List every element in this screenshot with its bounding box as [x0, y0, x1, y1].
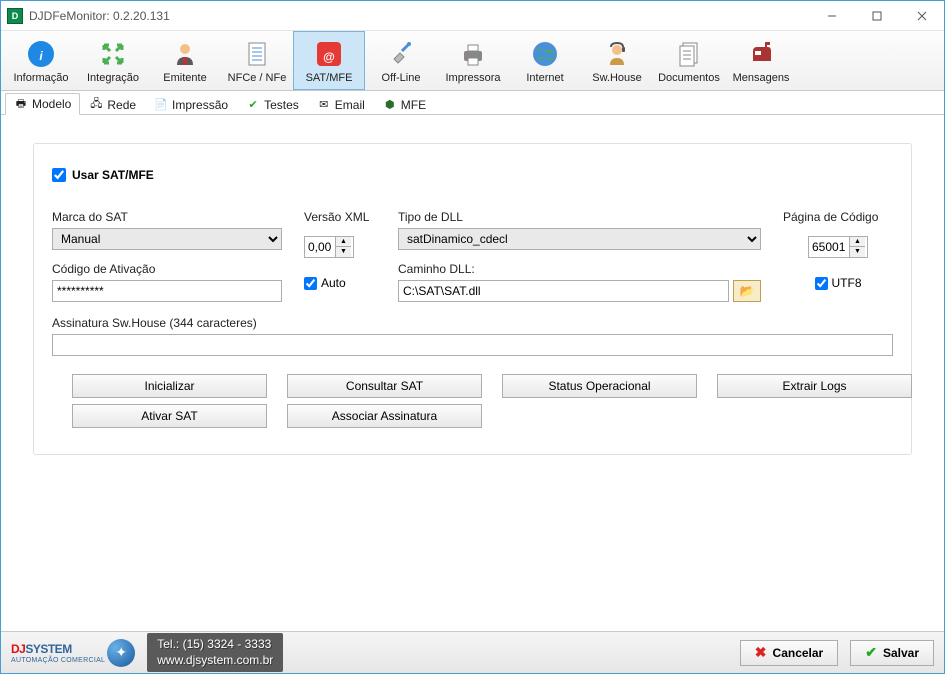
network-icon: 🖧 [89, 98, 103, 112]
utf8-label: UTF8 [832, 276, 862, 290]
pagina-label: Página de Código [783, 210, 893, 224]
person-icon [169, 38, 201, 70]
sat-panel: Usar SAT/MFE Marca do SAT Manual Código … [33, 143, 912, 455]
versao-input[interactable] [305, 237, 335, 257]
inicializar-button[interactable]: Inicializar [72, 374, 267, 398]
cancel-icon: ✖ [755, 644, 767, 661]
toolbar-satmfe[interactable]: @SAT/MFE [293, 31, 365, 90]
device-icon: 🖶 [14, 97, 28, 111]
footer: DJSYSTEM AUTOMAÇÃO COMERCIAL ✦ Tel.: (15… [1, 631, 944, 673]
subtab-rede[interactable]: 🖧Rede [80, 93, 145, 115]
content-area: Usar SAT/MFE Marca do SAT Manual Código … [1, 115, 944, 631]
assinatura-input[interactable] [52, 334, 893, 356]
save-icon: ✔ [865, 644, 877, 661]
extrair-button[interactable]: Extrair Logs [717, 374, 912, 398]
plug-icon [385, 38, 417, 70]
versao-label: Versão XML [304, 210, 376, 224]
close-button[interactable] [899, 1, 944, 30]
subtab-mfe[interactable]: ⬢MFE [374, 93, 435, 115]
tipo-dll-label: Tipo de DLL [398, 210, 761, 224]
globe-icon [529, 38, 561, 70]
utf8-checkbox[interactable] [815, 277, 828, 290]
tipo-dll-select[interactable]: satDinamico_cdecl [398, 228, 761, 250]
document-icon [241, 38, 273, 70]
toolbar-impressora[interactable]: Impressora [437, 31, 509, 90]
app-icon: D [7, 8, 23, 24]
spin-up[interactable]: ▲ [850, 237, 865, 247]
main-toolbar: iInformação Integração Emitente NFCe / N… [1, 31, 944, 91]
toolbar-internet[interactable]: Internet [509, 31, 581, 90]
printer-icon [457, 38, 489, 70]
associar-button[interactable]: Associar Assinatura [287, 404, 482, 428]
codigo-input[interactable] [52, 280, 282, 302]
contact-info: Tel.: (15) 3324 - 3333 www.djsystem.com.… [147, 633, 283, 672]
auto-checkbox[interactable] [304, 277, 317, 290]
subtab-email[interactable]: ✉Email [308, 93, 374, 115]
folder-icon: 📂 [740, 284, 755, 298]
auto-label: Auto [321, 276, 346, 290]
brand-logo: DJSYSTEM AUTOMAÇÃO COMERCIAL ✦ [11, 639, 135, 667]
toolbar-swhouse[interactable]: Sw.House [581, 31, 653, 90]
maximize-button[interactable] [854, 1, 899, 30]
titlebar: D DJDFeMonitor: 0.2.20.131 [1, 1, 944, 31]
print-icon: 📄 [154, 98, 168, 112]
spin-up[interactable]: ▲ [336, 237, 351, 247]
sub-tabs: 🖶Modelo 🖧Rede 📄Impressão ✔Testes ✉Email … [1, 91, 944, 115]
usar-sat-row: Usar SAT/MFE [52, 168, 893, 182]
toolbar-mensagens[interactable]: Mensagens [725, 31, 797, 90]
toolbar-informacao[interactable]: iInformação [5, 31, 77, 90]
codigo-label: Código de Ativação [52, 262, 282, 276]
integration-icon [97, 38, 129, 70]
subtab-modelo[interactable]: 🖶Modelo [5, 93, 80, 115]
info-icon: i [25, 38, 57, 70]
usar-sat-checkbox[interactable] [52, 168, 66, 182]
mailbox-icon [745, 38, 777, 70]
toolbar-integracao[interactable]: Integração [77, 31, 149, 90]
spin-down[interactable]: ▼ [850, 247, 865, 257]
email-icon: ✉ [317, 98, 331, 112]
assinatura-label: Assinatura Sw.House (344 caracteres) [52, 316, 893, 330]
support-icon [601, 38, 633, 70]
toolbar-nfce[interactable]: NFCe / NFe [221, 31, 293, 90]
cancelar-button[interactable]: ✖Cancelar [740, 640, 838, 666]
ativar-button[interactable]: Ativar SAT [72, 404, 267, 428]
marca-select[interactable]: Manual [52, 228, 282, 250]
shield-icon: ⬢ [383, 98, 397, 112]
pagina-input[interactable] [809, 237, 849, 257]
status-button[interactable]: Status Operacional [502, 374, 697, 398]
consultar-button[interactable]: Consultar SAT [287, 374, 482, 398]
toolbar-emitente[interactable]: Emitente [149, 31, 221, 90]
minimize-button[interactable] [809, 1, 854, 30]
logo-ball-icon: ✦ [107, 639, 135, 667]
spin-down[interactable]: ▼ [336, 247, 351, 257]
pagina-spinner[interactable]: ▲▼ [808, 236, 868, 258]
versao-spinner[interactable]: ▲▼ [304, 236, 354, 258]
browse-button[interactable]: 📂 [733, 280, 761, 302]
documents-icon [673, 38, 705, 70]
at-sign-icon: @ [313, 38, 345, 70]
window-title: DJDFeMonitor: 0.2.20.131 [29, 9, 809, 23]
salvar-button[interactable]: ✔Salvar [850, 640, 934, 666]
svg-text:@: @ [323, 50, 335, 64]
toolbar-offline[interactable]: Off-Line [365, 31, 437, 90]
caminho-label: Caminho DLL: [398, 262, 761, 276]
check-icon: ✔ [246, 98, 260, 112]
subtab-testes[interactable]: ✔Testes [237, 93, 308, 115]
caminho-input[interactable] [398, 280, 729, 302]
usar-sat-label: Usar SAT/MFE [72, 168, 154, 182]
subtab-impressao[interactable]: 📄Impressão [145, 93, 237, 115]
toolbar-documentos[interactable]: Documentos [653, 31, 725, 90]
marca-label: Marca do SAT [52, 210, 282, 224]
